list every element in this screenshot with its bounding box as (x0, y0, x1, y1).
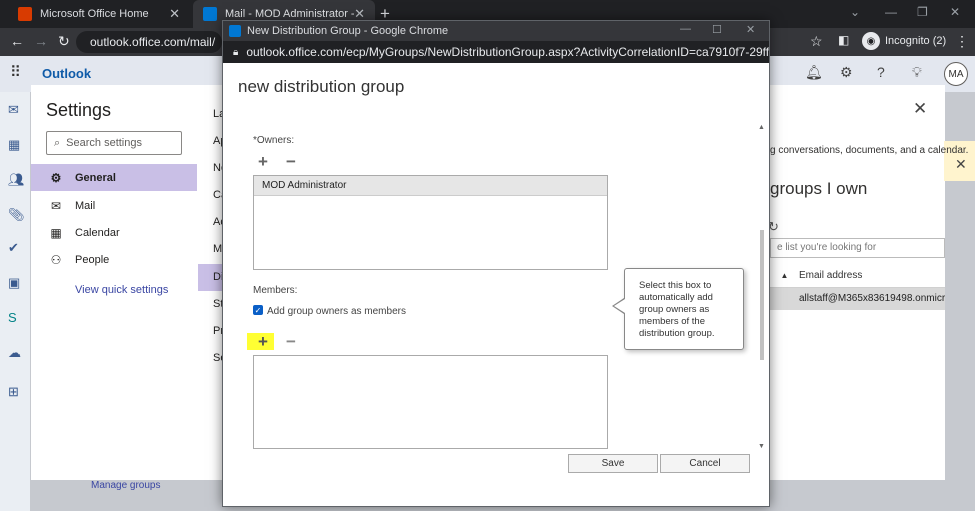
lock-icon: 🔒︎ (233, 46, 239, 58)
app-launcher-icon[interactable]: ⠿ (10, 63, 21, 81)
search-input[interactable]: ⌕ Search settings (46, 131, 182, 155)
grid-header: ▲ Email address (770, 264, 945, 288)
office-icon (18, 7, 32, 21)
groups-heading: groups I own (770, 179, 868, 198)
calendar-icon[interactable]: ▦ (8, 137, 20, 153)
settings-title: Settings (46, 100, 112, 120)
bell-icon[interactable]: 🔔︎ (805, 64, 823, 81)
gear-icon[interactable]: ⚙ (840, 64, 853, 81)
app-rail (0, 92, 30, 511)
sidebar-item-mail[interactable]: ✉ Mail (31, 192, 197, 219)
popup-address-bar[interactable]: 🔒︎ outlook.office.com/ecp/MyGroups/NewDi… (223, 41, 769, 63)
table-row[interactable]: allstaff@M365x83619498.onmicro... (770, 288, 945, 310)
lightbulb-icon[interactable]: 💡︎ (912, 64, 922, 81)
dialog-title: new distribution group (238, 77, 405, 96)
remove-member-minus-icon[interactable]: − (286, 332, 296, 352)
save-button[interactable]: Save (568, 454, 658, 473)
view-quick-settings-link[interactable]: View quick settings (75, 284, 168, 296)
outlook-brand: Outlook (42, 66, 92, 81)
help-icon[interactable]: ? (877, 64, 885, 80)
avatar[interactable]: MA (944, 62, 968, 86)
window-close-icon[interactable]: ✕ (746, 23, 755, 36)
add-owners-checkbox[interactable]: ✓ (253, 305, 263, 315)
forward-icon[interactable]: → (34, 33, 48, 49)
members-label: Members: (253, 285, 298, 296)
incognito-profile[interactable]: ◉ Incognito (2) (862, 30, 946, 52)
incognito-icon: ◉ (862, 32, 880, 50)
chevron-down-icon[interactable]: ⌄ (850, 5, 860, 19)
sidebar-item-calendar[interactable]: ▦ Calendar (31, 219, 197, 246)
sidebar-item-people[interactable]: ⚇ People (31, 246, 197, 273)
owners-label: *Owners: (253, 135, 295, 146)
tab-office-home[interactable]: Microsoft Office Home ✕ (8, 0, 190, 28)
reload-icon[interactable]: ↻ (58, 33, 70, 50)
todo-icon[interactable]: ✔ (8, 240, 19, 256)
add-owner-plus-icon[interactable]: + (258, 152, 268, 172)
scroll-up-icon[interactable]: ▲ (758, 124, 765, 131)
list-item[interactable]: MOD Administrator (254, 176, 607, 196)
close-notice-icon[interactable]: ✕ (955, 156, 967, 173)
attach-icon[interactable]: 📎︎ (8, 207, 25, 223)
members-list[interactable] (253, 355, 608, 449)
scroll-down-icon[interactable]: ▼ (758, 443, 765, 450)
menu-icon[interactable]: ⋮ (955, 33, 969, 50)
back-icon[interactable]: ← (10, 33, 24, 49)
minimize-icon[interactable]: — (885, 5, 897, 19)
add-member-plus-icon[interactable]: + (258, 332, 268, 352)
cancel-button[interactable]: Cancel (660, 454, 750, 473)
minimize-icon[interactable]: — (680, 23, 691, 35)
window-close-icon[interactable]: ✕ (950, 5, 960, 19)
find-group-input[interactable]: e list you're looking for (770, 238, 945, 258)
subnav-item[interactable]: M (213, 243, 222, 255)
restore-icon[interactable]: ☐ (712, 23, 722, 36)
sidepanel-icon[interactable]: ◧ (838, 33, 849, 47)
restore-icon[interactable]: ❐ (917, 5, 928, 19)
tooltip-arrow-inner (614, 299, 625, 313)
apps-icon[interactable]: ⊞ (8, 384, 19, 400)
sidebar-item-general[interactable]: ⚙ General (31, 164, 197, 191)
subnav-item-active[interactable]: Di (198, 264, 223, 291)
teams-icon[interactable]: ▣ (8, 275, 20, 291)
calendar-icon: ▦ (50, 225, 62, 240)
person-icon: ⚇ (50, 252, 62, 267)
tooltip: Select this box to automatically add gro… (624, 268, 744, 350)
add-owners-label: Add group owners as members (267, 306, 406, 317)
close-icon[interactable]: ✕ (169, 6, 180, 22)
search-icon: ⌕ (54, 136, 61, 149)
manage-groups-link[interactable]: Manage groups (91, 480, 161, 491)
people-icon[interactable]: 👥︎ (8, 172, 25, 188)
mail-icon[interactable]: ✉ (8, 102, 19, 118)
sort-up-icon[interactable]: ▲ (770, 271, 799, 280)
onedrive-icon[interactable]: ☁ (8, 345, 21, 361)
close-settings-icon[interactable]: ✕ (913, 99, 927, 119)
gear-icon: ⚙ (50, 170, 62, 185)
star-icon[interactable]: ☆ (810, 33, 823, 50)
outlook-icon (203, 7, 217, 21)
outlook-icon (229, 25, 241, 37)
groups-description: g conversations, documents, and a calend… (770, 145, 969, 156)
address-bar[interactable]: outlook.office.com/mail/ (76, 31, 222, 53)
scrollbar[interactable] (758, 130, 766, 450)
sharepoint-icon[interactable]: S (8, 310, 17, 325)
remove-owner-minus-icon[interactable]: − (286, 152, 296, 172)
mail-icon: ✉ (50, 198, 62, 213)
